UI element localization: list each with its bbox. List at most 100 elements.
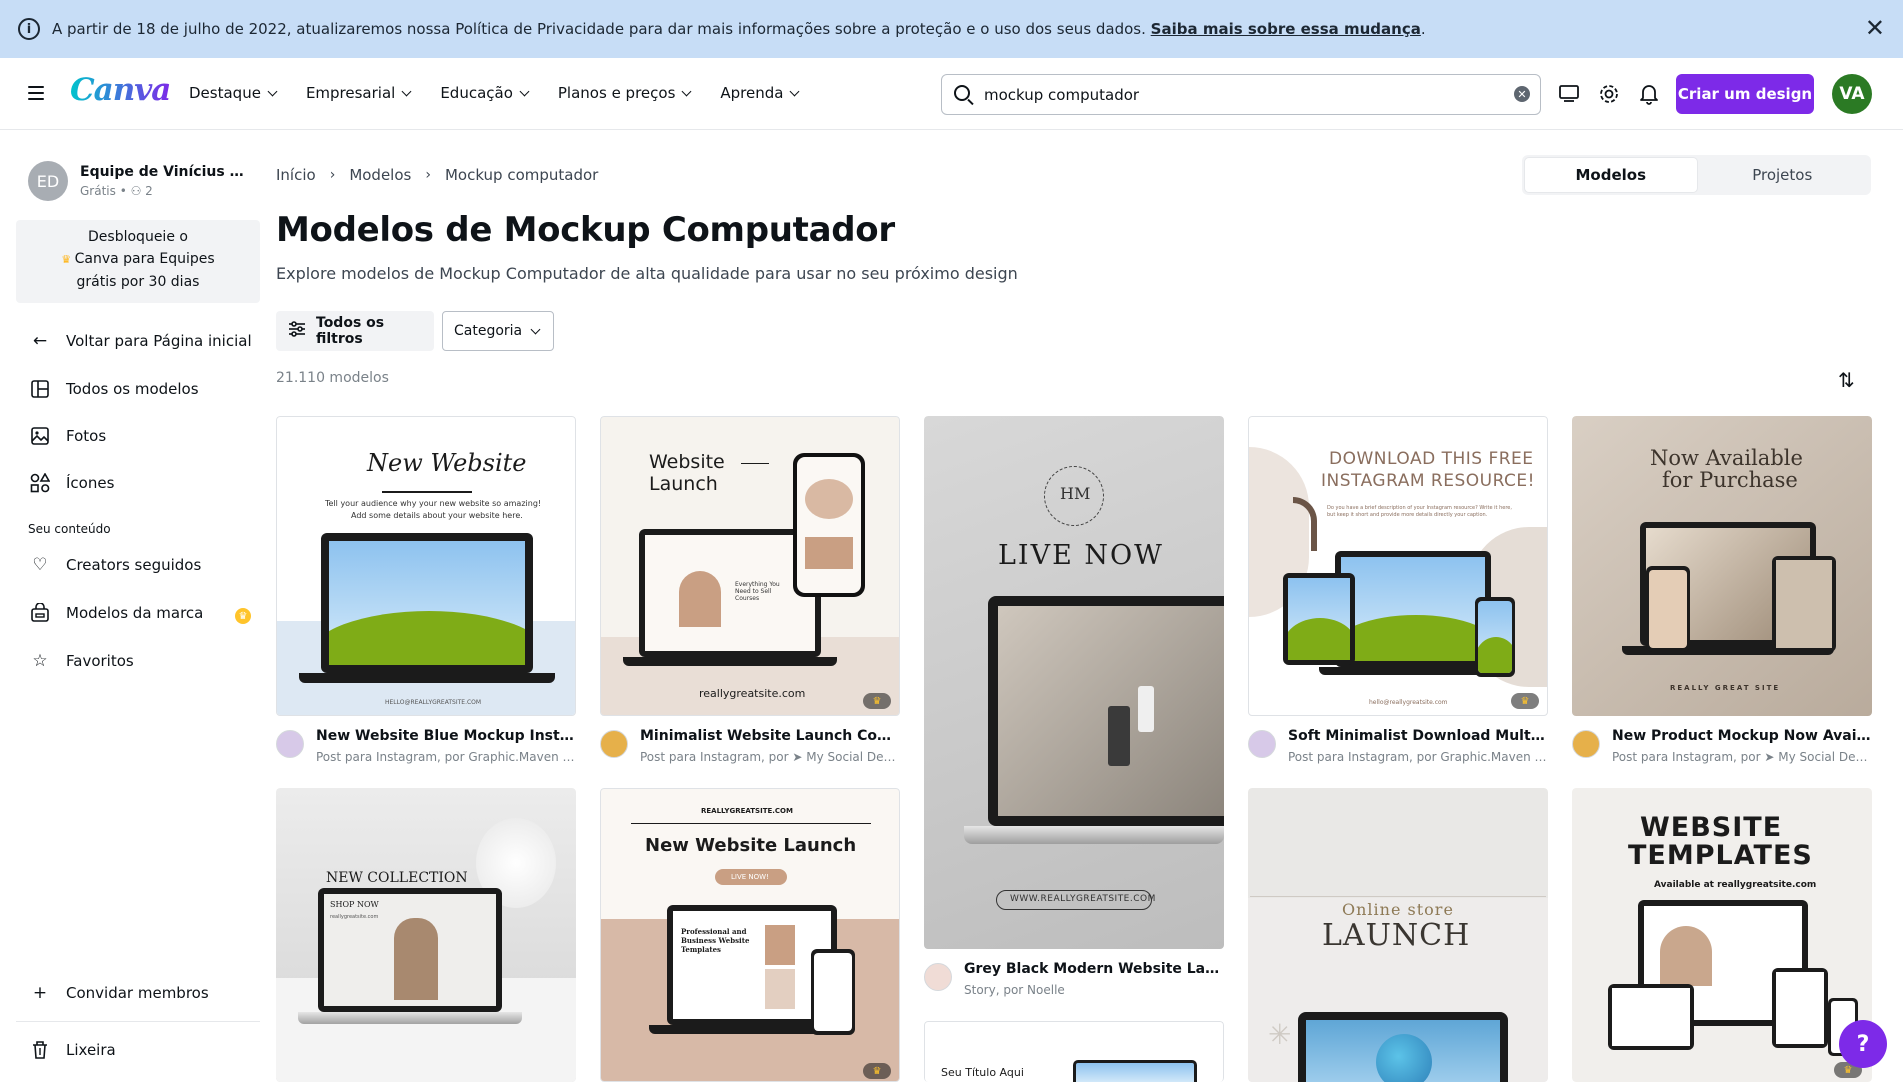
tab-models[interactable]: Modelos xyxy=(1525,158,1697,192)
sidebar-item-photos[interactable]: Fotos xyxy=(28,424,106,448)
menu-planos[interactable]: Planos e preços xyxy=(558,84,692,102)
clear-search-icon[interactable]: ✕ xyxy=(1514,86,1530,102)
sidebar-item-icons[interactable]: Ícones xyxy=(28,471,114,495)
tablet xyxy=(1772,968,1828,1048)
thumb-text: New Website xyxy=(367,449,527,477)
template-title[interactable]: New Website Blue Mockup Instagra... xyxy=(316,728,576,744)
back-home-label: Voltar para Página inicial xyxy=(66,332,252,350)
thumb-rule xyxy=(382,491,472,493)
breadcrumb: Início › Modelos › Mockup computador xyxy=(276,166,598,184)
template-card[interactable]: Website Launch Everything You Need to Se… xyxy=(600,416,900,764)
all-filters-label: Todos os filtros xyxy=(316,315,385,347)
template-title[interactable]: Soft Minimalist Download Multiple ... xyxy=(1288,728,1548,744)
chevron-down-icon xyxy=(519,86,530,96)
help-button[interactable]: ? xyxy=(1839,1020,1887,1068)
invite-members-label: Convidar membros xyxy=(66,984,209,1002)
thumb-text: New Website Launch xyxy=(645,835,857,856)
template-thumbnail[interactable]: NEW COLLECTION SHOP NOW reallygreatsite.… xyxy=(276,788,576,1082)
template-card[interactable]: REALLYGREATSITE.COM New Website Launch L… xyxy=(600,788,900,1082)
close-icon[interactable]: ✕ xyxy=(1865,16,1885,40)
template-thumbnail[interactable]: Seu Título Aqui xyxy=(924,1021,1224,1082)
template-thumbnail[interactable]: HM LIVE NOW WWW.REALLYGREATSITE.COM xyxy=(924,416,1224,949)
back-home-link[interactable]: ← Voltar para Página inicial xyxy=(28,329,252,353)
template-card[interactable]: New Website Tell your audience why your … xyxy=(276,416,576,764)
thumb-text: LIVE NOW! xyxy=(731,873,769,881)
laptop-base xyxy=(623,657,837,666)
template-thumbnail[interactable]: Website Launch Everything You Need to Se… xyxy=(600,416,900,716)
phone-screen xyxy=(797,457,861,593)
sidebar-item-trash[interactable]: Lixeira xyxy=(28,1038,116,1062)
team-switcher[interactable]: ED Equipe de Vinícius And... Grátis • ⚇ … xyxy=(28,161,250,201)
main-menu: Destaque Empresarial Educação Planos e p… xyxy=(189,84,800,102)
user-avatar[interactable]: VA xyxy=(1832,74,1872,114)
thumb-rule xyxy=(1250,896,1546,897)
hamburger-menu-icon[interactable] xyxy=(28,86,44,100)
sidebar-item-brand-templates[interactable]: Modelos da marca xyxy=(28,601,203,625)
search-input[interactable]: mockup computador ✕ xyxy=(941,74,1541,115)
template-thumbnail[interactable]: Now Available for Purchase REALLY GREAT … xyxy=(1572,416,1872,716)
invite-members-button[interactable]: + Convidar membros xyxy=(28,981,209,1005)
template-card[interactable]: Now Available for Purchase REALLY GREAT … xyxy=(1572,416,1872,764)
template-title[interactable]: New Product Mockup Now Available ... xyxy=(1612,728,1872,744)
create-design-button[interactable]: Criar um design xyxy=(1676,74,1814,114)
template-card[interactable]: DOWNLOAD THIS FREE INSTAGRAM RESOURCE! D… xyxy=(1248,416,1548,764)
promo-line-1: Desbloqueie o xyxy=(88,229,188,245)
template-card[interactable]: Seu Título Aqui xyxy=(924,1021,1224,1082)
settings-gear-icon[interactable] xyxy=(1597,82,1621,106)
tablet xyxy=(1283,573,1355,665)
creator-avatar xyxy=(1572,730,1600,758)
banner-tail: . xyxy=(1420,20,1426,38)
breadcrumb-home[interactable]: Início xyxy=(276,166,316,184)
template-card[interactable]: WEBSITE TEMPLATES Available at reallygre… xyxy=(1572,788,1872,1082)
all-filters-button[interactable]: Todos os filtros xyxy=(276,311,434,351)
sort-icon[interactable]: ⇅ xyxy=(1838,368,1855,392)
template-card[interactable]: Online store LAUNCH ✳ xyxy=(1248,788,1548,1082)
thumb-text: reallygreatsite.com xyxy=(699,687,806,700)
menu-empresarial[interactable]: Empresarial xyxy=(306,84,412,102)
thumb-text: LAUNCH xyxy=(1322,918,1471,953)
sidebar-item-favorites[interactable]: ☆ Favoritos xyxy=(28,649,134,673)
desktop-app-icon[interactable] xyxy=(1557,82,1581,106)
template-card[interactable]: NEW COLLECTION SHOP NOW reallygreatsite.… xyxy=(276,788,576,1082)
laptop-screen: SHOP NOW reallygreatsite.com xyxy=(318,888,502,1012)
template-thumbnail[interactable]: REALLYGREATSITE.COM New Website Launch L… xyxy=(600,788,900,1082)
template-thumbnail[interactable]: DOWNLOAD THIS FREE INSTAGRAM RESOURCE! D… xyxy=(1248,416,1548,716)
sidebar-item-followed-creators[interactable]: ♡ Creators seguidos xyxy=(28,553,201,577)
breadcrumb-templates[interactable]: Modelos xyxy=(349,166,411,184)
bottle xyxy=(1108,706,1130,766)
template-thumbnail[interactable]: New Website Tell your audience why your … xyxy=(276,416,576,716)
menu-educacao[interactable]: Educação xyxy=(440,84,530,102)
template-title[interactable]: Minimalist Website Launch Comput... xyxy=(640,728,900,744)
template-title[interactable]: Grey Black Modern Website Laptop ... xyxy=(964,961,1224,977)
laptop-wallpaper xyxy=(1341,557,1485,661)
template-subtitle: Post para Instagram, por Graphic.Maven b… xyxy=(1288,750,1548,764)
premium-crown-icon: ♛ xyxy=(863,1063,891,1079)
menu-destaque[interactable]: Destaque xyxy=(189,84,278,102)
laptop-photo xyxy=(998,606,1224,816)
canva-logo[interactable]: Canva xyxy=(70,72,171,108)
laptop-content xyxy=(1612,988,1690,1046)
crown-icon: ♛ xyxy=(61,253,75,266)
sidebar-item-label: Favoritos xyxy=(66,652,134,670)
trash-label: Lixeira xyxy=(66,1041,116,1059)
tab-projects[interactable]: Projetos xyxy=(1697,158,1869,192)
menu-label: Educação xyxy=(440,84,513,102)
template-thumbnail[interactable]: WEBSITE TEMPLATES Available at reallygre… xyxy=(1572,788,1872,1082)
template-thumbnail[interactable]: Online store LAUNCH ✳ xyxy=(1248,788,1548,1082)
thumb-text: HELLO@REALLYGREATSITE.COM xyxy=(385,699,482,706)
menu-aprenda[interactable]: Aprenda xyxy=(720,84,800,102)
teams-promo[interactable]: Desbloqueie o ♛ Canva para Equipes gráti… xyxy=(16,220,260,303)
notifications-bell-icon[interactable] xyxy=(1637,82,1661,106)
thumb-text: Do you have a brief description of your … xyxy=(1327,505,1512,518)
template-meta: New Product Mockup Now Available ... Pos… xyxy=(1572,724,1872,764)
template-card[interactable]: HM LIVE NOW WWW.REALLYGREATSITE.COM Grey… xyxy=(924,416,1224,1000)
laptop-content: Professional and Business Website Templa… xyxy=(673,911,831,1019)
banner-link[interactable]: Saiba mais sobre essa mudança xyxy=(1151,20,1421,38)
category-dropdown[interactable]: Categoria xyxy=(442,311,554,351)
sidebar-item-all-templates[interactable]: Todos os modelos xyxy=(28,377,199,401)
promo-line-2-text: Canva para Equipes xyxy=(74,251,215,267)
breadcrumb-current: Mockup computador xyxy=(444,166,599,184)
page-title: Modelos de Mockup Computador xyxy=(276,210,895,250)
thumb-text: REALLY GREAT SITE xyxy=(1670,684,1781,692)
creator-avatar xyxy=(600,730,628,758)
